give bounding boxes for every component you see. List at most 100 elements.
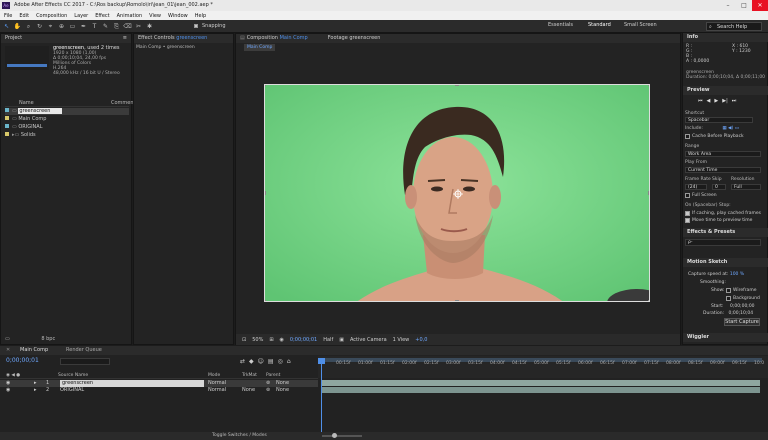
bit-depth-label[interactable]: 8 bpc — [41, 336, 55, 342]
type-tool-icon[interactable]: T — [90, 22, 99, 31]
wireframe-checkbox[interactable] — [726, 288, 731, 293]
label-color-swatch[interactable] — [5, 124, 9, 128]
maximize-button[interactable]: □ — [736, 0, 752, 11]
footage-tab[interactable]: Footage greenscreen — [328, 34, 381, 43]
workspace-standard[interactable]: Standard — [588, 22, 611, 28]
roto-tool-icon[interactable]: ✂ — [134, 22, 143, 31]
name-column-header[interactable]: Name — [19, 100, 34, 106]
project-item[interactable]: ▭ greenscreen — [5, 108, 129, 115]
include-overlays-icon[interactable]: ▭ — [735, 126, 739, 131]
mode-header[interactable]: Mode — [208, 372, 220, 379]
project-tab[interactable]: Project ≡ — [1, 34, 131, 43]
wiggler-header[interactable]: Wiggler — [683, 333, 768, 342]
workspace-small-screen[interactable]: Small Screen — [624, 22, 657, 28]
timeline-search-input[interactable] — [60, 358, 110, 365]
range-select[interactable]: Work Area — [685, 151, 761, 157]
layer-handle-right[interactable] — [648, 191, 649, 195]
menu-window[interactable]: Window — [168, 13, 188, 19]
project-item[interactable]: ▸▭ Solids — [5, 132, 129, 139]
trash-icon[interactable]: ▭ — [5, 336, 10, 342]
layer-parent-select[interactable]: None — [276, 380, 289, 387]
start-capture-button[interactable]: Start Capture — [724, 318, 760, 326]
time-ruler[interactable] — [318, 356, 768, 378]
playhead-line[interactable] — [321, 358, 322, 438]
next-frame-icon[interactable]: ▶| — [722, 98, 728, 104]
layer-handle-left[interactable] — [265, 191, 266, 195]
parent-header[interactable]: Parent — [266, 372, 280, 379]
lock-icon[interactable]: ▤ — [240, 34, 245, 43]
timeline-layer-row[interactable]: ◉ ▸ 2 ORIGINAL Normal None ⊚ None — [0, 387, 318, 394]
frame-rate-select[interactable]: (24) — [685, 184, 707, 190]
shortcut-select[interactable]: Spacebar — [685, 117, 753, 123]
pen-tool-icon[interactable]: ✒ — [79, 22, 88, 31]
parent-pickwhip-icon[interactable]: ⊚ — [266, 380, 270, 387]
timeline-current-time[interactable]: 0;00;00;01 — [6, 357, 39, 364]
capture-speed-value[interactable]: 100 % — [730, 272, 744, 277]
layer-handle-top[interactable] — [455, 85, 459, 86]
playhead-handle[interactable] — [318, 358, 325, 364]
hand-tool-icon[interactable]: ✋ — [13, 22, 22, 31]
comp-mini-flowchart-icon[interactable]: ⇄ — [240, 358, 245, 365]
composition-tab[interactable]: Composition Main Comp — [247, 34, 308, 43]
background-checkbox[interactable] — [726, 296, 731, 301]
motion-sketch-header[interactable]: Motion Sketch — [683, 258, 768, 267]
menu-edit[interactable]: Edit — [19, 13, 29, 19]
rectangle-tool-icon[interactable]: ▭ — [68, 22, 77, 31]
move-time-checkbox[interactable] — [685, 218, 690, 223]
layer-mode-select[interactable]: Normal — [208, 380, 226, 387]
menu-file[interactable]: File — [4, 13, 12, 19]
effects-search-input[interactable]: ρ- — [685, 239, 761, 246]
layer-mode-select[interactable]: Normal — [208, 387, 226, 394]
draft-3d-icon[interactable]: ◆ — [249, 358, 254, 365]
workspace-essentials[interactable]: Essentials — [548, 22, 573, 28]
timeline-zoom-slider[interactable] — [322, 433, 362, 438]
close-tab-icon[interactable]: ✕ — [6, 346, 10, 355]
puppet-tool-icon[interactable]: ✱ — [145, 22, 154, 31]
preview-resolution-select[interactable]: Full — [731, 184, 761, 190]
previous-frame-icon[interactable]: ◀ — [707, 98, 711, 104]
layer-handle-bottom-left[interactable] — [265, 300, 266, 301]
always-preview-icon[interactable]: ⊡ — [242, 337, 246, 343]
resolution-select[interactable]: Half — [323, 337, 333, 343]
current-time-display[interactable]: 0;00;00;01 — [290, 337, 317, 343]
layer-name[interactable]: greenscreen — [60, 380, 204, 387]
label-color-swatch[interactable] — [5, 108, 9, 112]
snapping-checkbox[interactable] — [194, 24, 198, 28]
snapshot-icon[interactable]: ◉ — [280, 337, 284, 343]
brush-tool-icon[interactable]: ✎ — [101, 22, 110, 31]
menu-effect[interactable]: Effect — [95, 13, 109, 19]
magnification-select[interactable]: 50% — [252, 337, 263, 343]
search-help-input[interactable]: ⌕ Search Help — [706, 22, 762, 31]
twirl-down-icon[interactable]: ▸ — [34, 380, 37, 387]
layer-handle-bottom[interactable] — [455, 300, 459, 301]
full-screen-checkbox[interactable] — [685, 193, 690, 198]
layer-bar-greenscreen[interactable] — [322, 380, 760, 386]
timeline-tab-main-comp[interactable]: Main Comp — [20, 346, 48, 355]
parent-pickwhip-icon[interactable]: ⊚ — [266, 387, 270, 394]
visibility-eye-icon[interactable]: ◉ — [6, 387, 10, 394]
zoom-slider-thumb[interactable] — [332, 433, 337, 438]
effects-presets-header[interactable]: Effects & Presets — [683, 228, 768, 237]
if-caching-checkbox[interactable] — [685, 211, 690, 216]
play-from-select[interactable]: Current Time — [685, 167, 761, 173]
cache-before-playback-checkbox[interactable] — [685, 134, 690, 139]
menu-view[interactable]: View — [149, 13, 161, 19]
graph-editor-icon[interactable]: ⌂ — [287, 358, 291, 365]
eraser-tool-icon[interactable]: ⌫ — [123, 22, 132, 31]
info-panel-header[interactable]: Info — [683, 33, 768, 42]
frame-blending-icon[interactable]: ▤ — [268, 358, 274, 365]
play-icon[interactable]: ▶ — [714, 98, 718, 104]
project-item[interactable]: ▭ ORIGINAL — [5, 124, 129, 131]
effect-controls-tab[interactable]: Effect Controls greenscreen — [134, 34, 233, 43]
3d-view-select[interactable]: Active Camera — [350, 337, 387, 343]
menu-help[interactable]: Help — [195, 13, 206, 19]
menu-animation[interactable]: Animation — [117, 13, 143, 19]
toggle-switches-modes[interactable]: Toggle Switches / Modes — [212, 432, 267, 440]
camera-tool-icon[interactable]: ⌖ — [46, 22, 55, 31]
layer-parent-select[interactable]: None — [276, 387, 289, 394]
view-layout-select[interactable]: 1 View — [393, 337, 410, 343]
exposure-value[interactable]: +0,0 — [415, 337, 427, 343]
layer-bar-original[interactable] — [322, 387, 760, 393]
menu-composition[interactable]: Composition — [36, 13, 67, 19]
comment-column-header[interactable]: Comment — [111, 100, 136, 106]
